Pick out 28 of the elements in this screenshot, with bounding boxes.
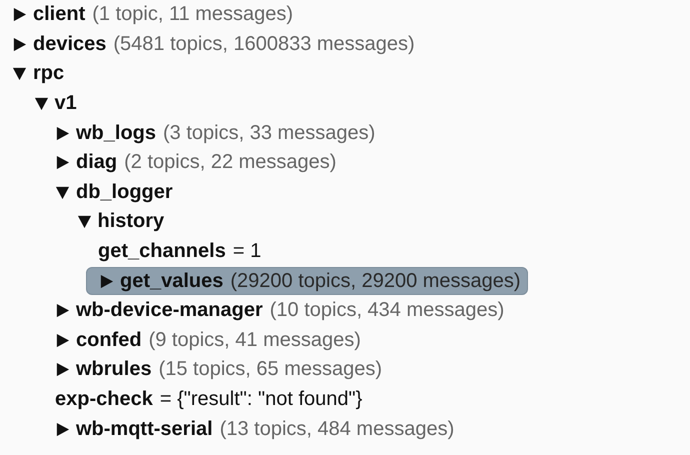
- expand-triangle-icon[interactable]: [12, 7, 27, 22]
- tree-item[interactable]: wb_logs (3 topics, 33 messages): [55, 120, 382, 146]
- collapse-triangle-icon[interactable]: [76, 214, 92, 230]
- tree-item[interactable]: get_channels = 1: [98, 238, 268, 265]
- expand-triangle-icon[interactable]: [55, 126, 70, 141]
- collapse-triangle-icon[interactable]: [34, 96, 48, 112]
- tree-item[interactable]: get_values (29200 topics, 29200 messages): [86, 267, 528, 296]
- expand-triangle-icon[interactable]: [99, 274, 114, 289]
- tree-item[interactable]: devices (5481 topics, 1600833 messages): [12, 31, 421, 58]
- tree-item[interactable]: rpc: [12, 60, 70, 87]
- tree-item[interactable]: exp-check = {"result": "not found"}: [55, 386, 368, 413]
- tree-item[interactable]: wbrules (15 topics, 65 messages): [55, 356, 388, 383]
- collapse-triangle-icon[interactable]: [12, 66, 27, 82]
- tree-item[interactable]: confed (9 topics, 41 messages): [55, 327, 367, 354]
- expand-triangle-icon[interactable]: [55, 332, 70, 348]
- expand-triangle-icon[interactable]: [12, 36, 27, 52]
- expand-triangle-icon[interactable]: [55, 155, 70, 170]
- tree-item[interactable]: db_logger: [55, 179, 179, 206]
- expand-triangle-icon[interactable]: [55, 422, 70, 437]
- expand-triangle-icon[interactable]: [55, 303, 70, 318]
- tree-item[interactable]: client (1 topic, 11 messages): [12, 2, 300, 28]
- tree-item[interactable]: diag (2 topics, 22 messages): [55, 150, 342, 176]
- tree-item[interactable]: wb-device-manager (10 topics, 434 messages): [55, 298, 510, 324]
- tree-item[interactable]: wb-mqtt-serial (13 topics, 484 messages): [55, 416, 460, 442]
- expand-triangle-icon[interactable]: [55, 362, 70, 378]
- tree-item[interactable]: v1: [34, 90, 83, 117]
- tree-item[interactable]: history: [76, 208, 170, 235]
- collapse-triangle-icon[interactable]: [55, 184, 70, 200]
